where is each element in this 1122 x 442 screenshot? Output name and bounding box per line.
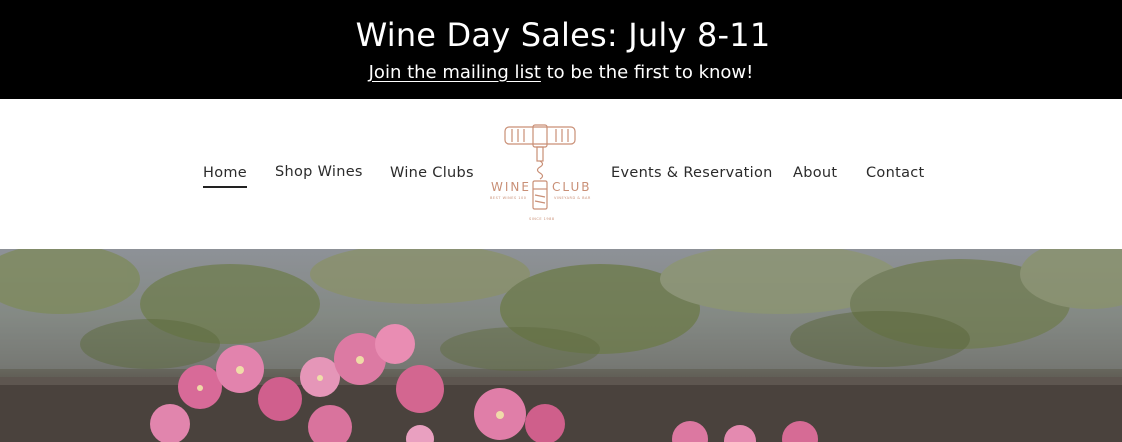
logo-tagline-right: VINEYARD & BAR (554, 196, 591, 200)
nav-item-about[interactable]: About (793, 163, 837, 183)
logo-since: SINCE 1988 (529, 217, 555, 221)
nav-item-wine-clubs[interactable]: Wine Clubs (390, 163, 474, 183)
announcement-bar: Wine Day Sales: July 8-11 Join the maili… (0, 0, 1122, 99)
hero-image (0, 249, 1122, 442)
wine-club-logo[interactable]: WINE CLUB BEST WINES 100 VINEYARD & BAR … (488, 123, 596, 227)
mailing-list-link[interactable]: Join the mailing list (369, 62, 541, 83)
main-navigation: Home Shop Wines Wine Clubs WINE CLUB BES… (0, 99, 1122, 249)
logo-word-left: WINE (491, 180, 531, 194)
nav-item-shop-wines[interactable]: Shop Wines (275, 162, 363, 182)
announcement-title: Wine Day Sales: July 8-11 (355, 16, 771, 54)
nav-item-home[interactable]: Home (203, 163, 248, 188)
hero-flowers-image (0, 249, 1122, 442)
nav-item-events-reservation[interactable]: Events & Reservation (611, 163, 773, 183)
nav-item-contact[interactable]: Contact (866, 163, 925, 183)
logo-tagline-left: BEST WINES 100 (490, 196, 527, 200)
announcement-subtext: Join the mailing list to be the first to… (0, 61, 1122, 85)
corkscrew-icon (504, 124, 576, 210)
logo-word-right: CLUB (552, 180, 592, 194)
announcement-suffix: to be the first to know! (540, 62, 754, 83)
